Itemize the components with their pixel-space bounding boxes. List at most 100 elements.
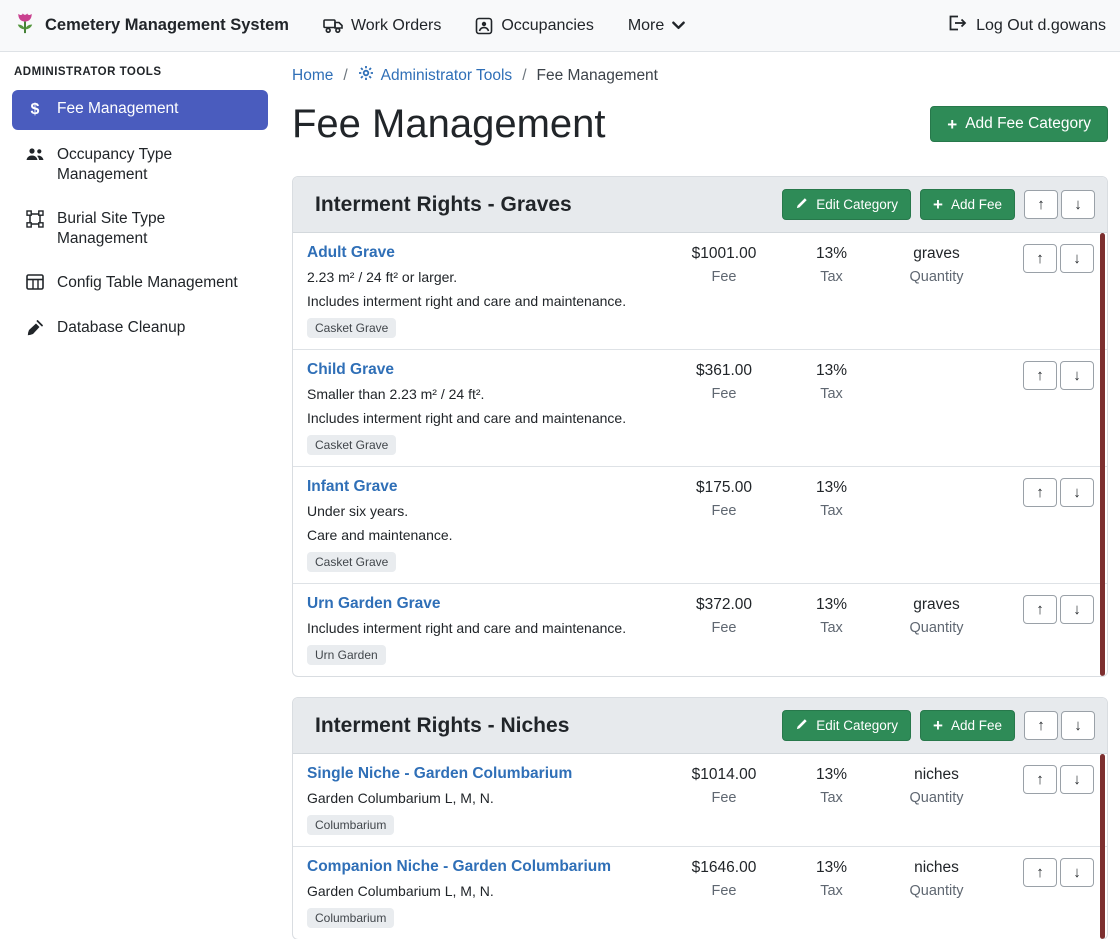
fee-amount-label: Fee (664, 386, 784, 402)
sidebar-item-database-cleanup[interactable]: Database Cleanup (12, 309, 268, 347)
brand-title: Cemetery Management System (45, 16, 289, 35)
fee-tax-cell: 13% Tax (784, 244, 879, 285)
fee-desc-1: Garden Columbarium L, M, N. (307, 789, 664, 807)
fee-amount-label: Fee (664, 790, 784, 806)
pencil-icon (795, 718, 808, 734)
move-category-down-button[interactable]: ↓ (1061, 711, 1095, 740)
move-category-up-button[interactable]: ↑ (1024, 190, 1058, 219)
arrow-down-icon: ↓ (1074, 197, 1082, 212)
fee-desc-2: Includes interment right and care and ma… (307, 409, 664, 427)
fee-quantity-label: Quantity (879, 883, 994, 899)
edit-category-button[interactable]: Edit Category (782, 710, 911, 741)
nav-occupancies[interactable]: Occupancies (475, 17, 594, 35)
add-fee-label: Add Fee (951, 718, 1002, 733)
move-fee-up-button[interactable]: ↑ (1023, 595, 1057, 624)
sidebar-item-occupancy-type-management[interactable]: Occupancy Type Management (12, 136, 268, 194)
edit-category-label: Edit Category (816, 197, 898, 212)
sidebar-item-config-table-management[interactable]: Config Table Management (12, 264, 268, 302)
fee-amount-value: $175.00 (664, 479, 784, 497)
move-fee-down-button[interactable]: ↓ (1060, 478, 1094, 507)
nav-more[interactable]: More (628, 17, 685, 35)
pencil-icon (795, 197, 808, 213)
arrow-down-icon: ↓ (1073, 485, 1081, 500)
card-scrollbar-thumb[interactable] (1100, 754, 1105, 939)
arrow-up-icon: ↑ (1037, 718, 1045, 733)
move-fee-down-button[interactable]: ↓ (1060, 244, 1094, 273)
arrow-down-icon: ↓ (1073, 251, 1081, 266)
fee-tax-label: Tax (784, 503, 879, 519)
breadcrumb-admin-tools-link[interactable]: Administrator Tools (358, 65, 513, 86)
add-fee-category-label: Add Fee Category (965, 115, 1091, 133)
fee-amount-cell: $1014.00 Fee (664, 765, 784, 806)
fee-amount-value: $1014.00 (664, 766, 784, 784)
fee-tax-cell: 13% Tax (784, 595, 879, 636)
fee-name-link[interactable]: Adult Grave (307, 244, 395, 262)
add-fee-button[interactable]: + Add Fee (920, 710, 1015, 741)
arrow-up-icon: ↑ (1036, 602, 1044, 617)
breadcrumb-home-link[interactable]: Home (292, 67, 333, 85)
fee-tax-value: 13% (784, 245, 879, 263)
plus-icon: + (947, 116, 957, 133)
fee-name-link[interactable]: Companion Niche - Garden Columbarium (307, 858, 611, 876)
move-category-up-button[interactable]: ↑ (1024, 711, 1058, 740)
fee-row: Adult Grave 2.23 m² / 24 ft² or larger. … (293, 233, 1107, 349)
fee-desc-1: 2.23 m² / 24 ft² or larger. (307, 268, 664, 286)
logout-link[interactable]: Log Out d.gowans (947, 14, 1106, 37)
sidebar-item-label: Config Table Management (57, 273, 238, 293)
edit-category-label: Edit Category (816, 718, 898, 733)
fee-name-link[interactable]: Infant Grave (307, 478, 397, 496)
fee-tax-label: Tax (784, 386, 879, 402)
nav-work-orders[interactable]: Work Orders (323, 17, 441, 35)
fee-row: Single Niche - Garden Columbarium Garden… (293, 754, 1107, 846)
arrow-down-icon: ↓ (1073, 865, 1081, 880)
move-fee-up-button[interactable]: ↑ (1023, 478, 1057, 507)
move-fee-up-button[interactable]: ↑ (1023, 765, 1057, 794)
fee-amount-cell: $1646.00 Fee (664, 858, 784, 899)
move-category-down-button[interactable]: ↓ (1061, 190, 1095, 219)
card-scrollbar-thumb[interactable] (1100, 233, 1105, 676)
arrow-down-icon: ↓ (1073, 772, 1081, 787)
fee-type-badge: Casket Grave (307, 552, 396, 572)
fee-amount-label: Fee (664, 620, 784, 636)
fee-amount-cell: $1001.00 Fee (664, 244, 784, 285)
fee-quantity-cell: graves Quantity (879, 595, 994, 636)
fee-desc-1: Garden Columbarium L, M, N. (307, 882, 664, 900)
add-fee-category-button[interactable]: + Add Fee Category (930, 106, 1108, 142)
fee-amount-label: Fee (664, 269, 784, 285)
fee-name-link[interactable]: Single Niche - Garden Columbarium (307, 765, 572, 783)
tulip-logo-icon (14, 11, 36, 41)
arrow-up-icon: ↑ (1037, 197, 1045, 212)
plus-icon: + (933, 196, 943, 213)
nav-work-orders-label: Work Orders (351, 17, 441, 35)
breadcrumb: Home / Administrator Tools / Fee Managem… (292, 65, 1108, 86)
move-fee-up-button[interactable]: ↑ (1023, 858, 1057, 887)
sidebar-item-burial-site-type-management[interactable]: Burial Site Type Management (12, 200, 268, 258)
sidebar-item-fee-management[interactable]: $ Fee Management (12, 90, 268, 130)
move-fee-down-button[interactable]: ↓ (1060, 595, 1094, 624)
move-fee-down-button[interactable]: ↓ (1060, 858, 1094, 887)
fee-quantity-label: Quantity (879, 790, 994, 806)
breadcrumb-admin-tools-label: Administrator Tools (381, 67, 513, 85)
gear-icon (358, 65, 374, 86)
move-fee-up-button[interactable]: ↑ (1023, 361, 1057, 390)
add-fee-button[interactable]: + Add Fee (920, 189, 1015, 220)
fee-name-link[interactable]: Child Grave (307, 361, 394, 379)
people-icon (24, 146, 46, 162)
fee-list: Adult Grave 2.23 m² / 24 ft² or larger. … (293, 233, 1107, 676)
move-fee-up-button[interactable]: ↑ (1023, 244, 1057, 273)
fee-row: Urn Garden Grave Includes interment righ… (293, 583, 1107, 676)
nav-occupancies-label: Occupancies (501, 17, 594, 35)
move-fee-down-button[interactable]: ↓ (1060, 361, 1094, 390)
fee-tax-cell: 13% Tax (784, 765, 879, 806)
move-fee-down-button[interactable]: ↓ (1060, 765, 1094, 794)
fee-tax-value: 13% (784, 362, 879, 380)
vector-square-icon (24, 210, 46, 228)
add-fee-label: Add Fee (951, 197, 1002, 212)
sidebar-item-label: Burial Site Type Management (57, 209, 256, 249)
edit-category-button[interactable]: Edit Category (782, 189, 911, 220)
fee-quantity-label: Quantity (879, 269, 994, 285)
fee-tax-value: 13% (784, 859, 879, 877)
fee-quantity-value: niches (879, 859, 994, 877)
fee-name-link[interactable]: Urn Garden Grave (307, 595, 441, 613)
arrow-up-icon: ↑ (1036, 251, 1044, 266)
